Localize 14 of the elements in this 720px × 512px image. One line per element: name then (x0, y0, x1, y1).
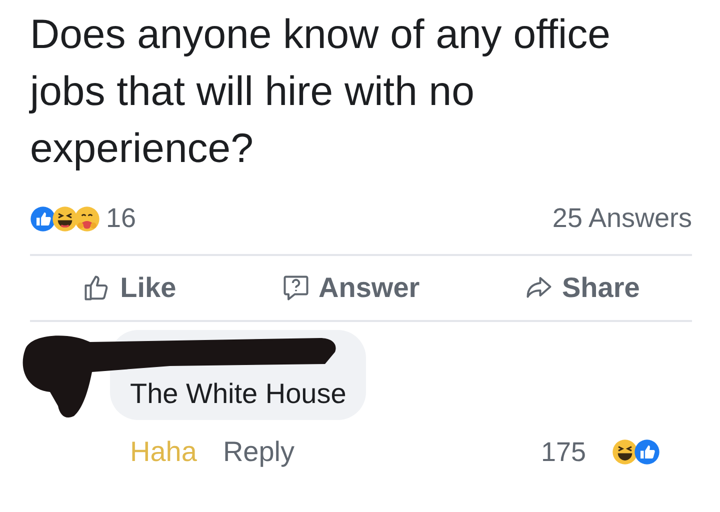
like-icon (30, 206, 56, 232)
like-button[interactable]: Like (72, 266, 186, 310)
answer-button[interactable]: Answer (270, 266, 430, 310)
reaction-count: 16 (106, 203, 136, 234)
comment-reaction-count: 175 (540, 436, 586, 468)
answers-count[interactable]: 25 Answers (552, 203, 692, 234)
comment-text: The White House (130, 378, 346, 409)
hugging-face-icon (74, 206, 100, 232)
laughing-face-icon (52, 206, 78, 232)
share-button[interactable]: Share (514, 266, 650, 310)
laughing-face-icon (612, 439, 638, 465)
reply-link[interactable]: Reply (222, 436, 295, 468)
question-text: Does anyone know of any office jobs that will hire with no experience? (30, 10, 612, 173)
like-icon (634, 439, 660, 465)
